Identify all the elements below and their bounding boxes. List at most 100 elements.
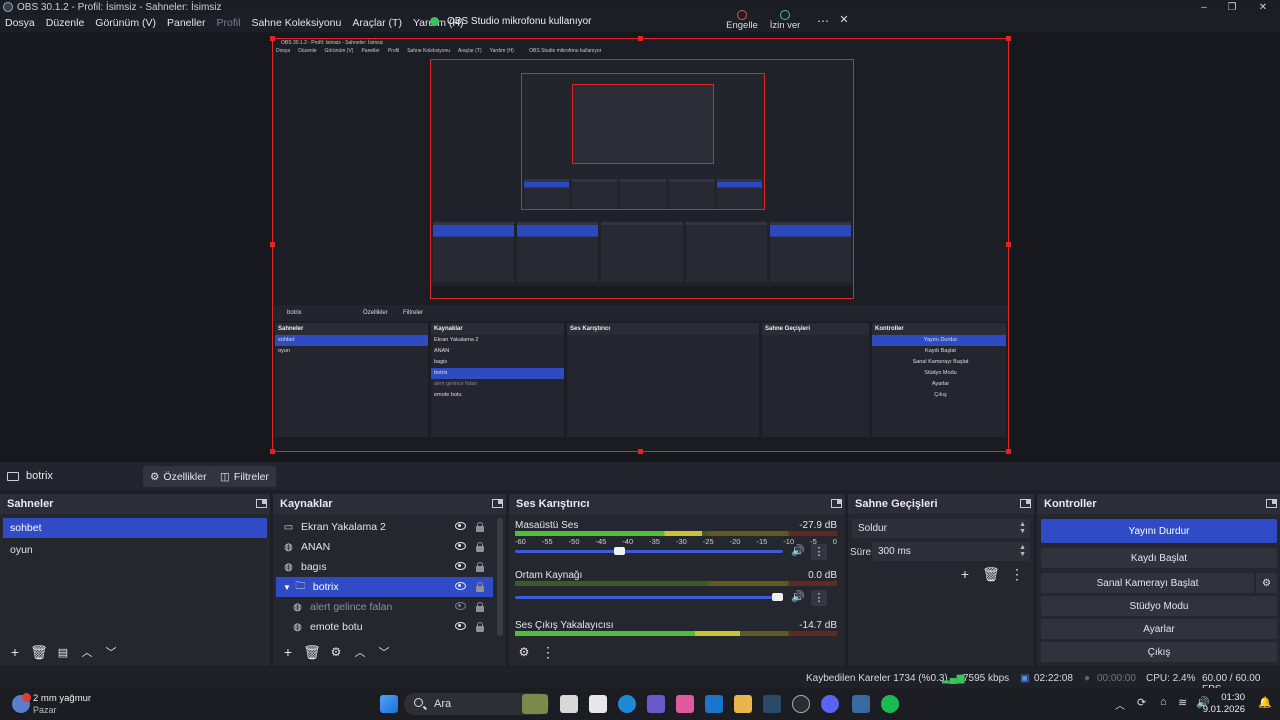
edge-icon[interactable] <box>618 695 636 713</box>
studio-mode-button[interactable]: Stüdyo Modu <box>1041 596 1277 616</box>
lock-icon[interactable] <box>476 582 484 592</box>
duration-input[interactable]: 300 ms ▲ ▼ <box>872 542 1030 561</box>
remove-source-icon[interactable]: 🗑 <box>303 643 321 661</box>
steam-icon[interactable] <box>763 695 781 713</box>
undock-icon[interactable] <box>831 499 842 508</box>
menu-docks[interactable]: Paneller <box>167 17 206 29</box>
menu-tools[interactable]: Araçlar (T) <box>352 17 402 29</box>
close-window-button[interactable]: ✕ <box>1246 0 1280 14</box>
volume-slider[interactable] <box>515 547 783 555</box>
add-transition-icon[interactable]: + <box>956 565 974 583</box>
lock-icon[interactable] <box>476 522 484 532</box>
wifi-icon[interactable]: ≋ <box>1178 696 1187 709</box>
transition-select[interactable]: Soldur ▲ ▼ <box>852 519 1030 538</box>
notification-bell-icon[interactable]: 🔔 <box>1258 696 1272 709</box>
add-scene-icon[interactable]: + <box>6 643 24 661</box>
lock-icon[interactable] <box>476 562 484 572</box>
scene-item[interactable]: oyun <box>3 540 267 560</box>
source-properties-icon[interactable]: ⚙ <box>327 643 345 661</box>
channel-menu-icon[interactable]: ⋮ <box>811 590 827 606</box>
tray-overflow-icon[interactable]: ︿ <box>1115 697 1125 712</box>
start-icon[interactable] <box>380 695 398 713</box>
move-down-icon[interactable]: ﹀ <box>102 643 120 661</box>
scene-filters-icon[interactable]: ▤ <box>54 643 72 661</box>
teams-icon[interactable] <box>647 695 665 713</box>
resize-handle[interactable] <box>638 449 643 454</box>
allow-button[interactable]: İzin ver <box>765 8 805 31</box>
resize-handle[interactable] <box>1006 242 1011 247</box>
volume-slider[interactable] <box>515 593 783 601</box>
scrollbar[interactable] <box>497 518 503 636</box>
menu-profile[interactable]: Profil <box>217 17 241 29</box>
app-icon[interactable] <box>852 695 870 713</box>
spotify-icon[interactable] <box>881 695 899 713</box>
speaker-icon[interactable]: 🔊 <box>791 590 805 603</box>
move-up-icon[interactable]: ︿ <box>351 643 369 661</box>
menu-edit[interactable]: Düzenle <box>46 17 85 29</box>
eye-icon[interactable] <box>455 582 466 590</box>
file-explorer-icon[interactable] <box>734 695 752 713</box>
eye-icon[interactable] <box>455 562 466 570</box>
source-item[interactable]: ◍ emote botu <box>276 617 493 637</box>
menu-view[interactable]: Görünüm (V) <box>95 17 156 29</box>
preview-canvas[interactable]: OBS 30.1.2 - Profil: İsimsiz - Sahneler:… <box>0 32 1280 462</box>
remove-scene-icon[interactable]: 🗑 <box>30 643 48 661</box>
exit-button[interactable]: Çıkış <box>1041 642 1277 662</box>
remove-transition-icon[interactable]: 🗑 <box>982 565 1000 583</box>
widget-image-icon[interactable] <box>522 694 548 714</box>
speaker-icon[interactable]: 🔊 <box>791 544 805 557</box>
resize-handle[interactable] <box>270 242 275 247</box>
resize-handle[interactable] <box>270 36 275 41</box>
preview-source-frame[interactable]: OBS 30.1.2 - Profil: İsimsiz - Sahneler:… <box>272 38 1009 452</box>
sync-icon[interactable]: ⟳ <box>1137 696 1146 709</box>
add-source-icon[interactable]: + <box>279 643 297 661</box>
undock-icon[interactable] <box>256 499 267 508</box>
discord-icon[interactable] <box>821 695 839 713</box>
undock-icon[interactable] <box>1020 499 1031 508</box>
resize-handle[interactable] <box>270 449 275 454</box>
lock-icon[interactable] <box>476 602 484 612</box>
lock-icon[interactable] <box>476 622 484 632</box>
undock-icon[interactable] <box>1266 499 1277 508</box>
move-up-icon[interactable]: ︿ <box>78 643 96 661</box>
source-item[interactable]: ▼ 🗀 botrix <box>276 577 493 597</box>
outlook-icon[interactable] <box>705 695 723 713</box>
resize-handle[interactable] <box>1006 36 1011 41</box>
filters-button[interactable]: ◫ Filtreler <box>213 466 276 487</box>
menu-scene-collection[interactable]: Sahne Koleksiyonu <box>251 17 341 29</box>
scene-item[interactable]: sohbet <box>3 518 267 538</box>
menu-file[interactable]: Dosya <box>5 17 35 29</box>
resize-handle[interactable] <box>638 36 643 41</box>
calculator-icon[interactable] <box>589 695 607 713</box>
properties-button[interactable]: ⚙ Özellikler <box>143 466 214 487</box>
maximize-button[interactable]: ❐ <box>1215 0 1249 14</box>
virtual-camera-settings-icon[interactable]: ⚙ <box>1256 573 1277 593</box>
mixer-menu-icon[interactable]: ⋮ <box>539 643 557 661</box>
start-recording-button[interactable]: Kaydı Başlat <box>1041 548 1277 568</box>
copilot-icon[interactable] <box>676 695 694 713</box>
advanced-audio-icon[interactable]: ⚙ <box>515 643 533 661</box>
source-item[interactable]: ◍ alert gelince falan <box>276 597 493 617</box>
stop-streaming-button[interactable]: Yayını Durdur <box>1041 519 1277 543</box>
task-view-icon[interactable] <box>560 695 578 713</box>
eye-icon[interactable] <box>455 622 466 630</box>
transition-menu-icon[interactable]: ⋮ <box>1008 565 1026 583</box>
source-item[interactable]: ◍ bagıs <box>276 557 493 577</box>
move-down-icon[interactable]: ﹀ <box>375 643 393 661</box>
obs-icon[interactable] <box>792 695 810 713</box>
block-button[interactable]: Engelle <box>722 8 762 31</box>
taskbar-clock[interactable]: 01:30 9.01.2026 <box>1203 692 1245 716</box>
settings-button[interactable]: Ayarlar <box>1041 619 1277 639</box>
eye-icon[interactable] <box>455 542 466 550</box>
eye-icon[interactable] <box>455 522 466 530</box>
resize-handle[interactable] <box>1006 449 1011 454</box>
expand-icon[interactable]: ▼ <box>283 583 291 592</box>
close-notification-icon[interactable]: ✕ <box>824 13 864 26</box>
source-item[interactable]: ◍ ANAN <box>276 537 493 557</box>
network-icon[interactable]: ⌂ <box>1160 696 1167 708</box>
lock-icon[interactable] <box>476 542 484 552</box>
start-virtual-camera-button[interactable]: Sanal Kamerayı Başlat <box>1041 573 1254 593</box>
undock-icon[interactable] <box>492 499 503 508</box>
source-item[interactable]: ▭ Ekran Yakalama 2 <box>276 517 493 537</box>
channel-menu-icon[interactable]: ⋮ <box>811 544 827 560</box>
